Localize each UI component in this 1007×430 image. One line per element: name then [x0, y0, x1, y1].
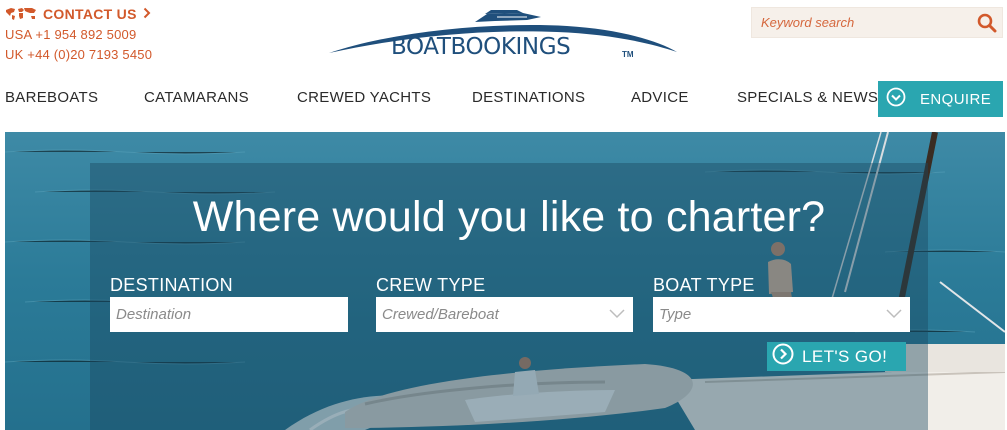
destination-input[interactable]: [116, 297, 348, 332]
keyword-search: [751, 7, 1003, 38]
check-circle-icon: [886, 87, 906, 111]
hero-headline: Where would you like to charter?: [192, 193, 826, 241]
destination-label: DESTINATION: [110, 275, 233, 295]
boat-type-label: BOAT TYPE: [653, 275, 755, 295]
logo-trademark: TM: [622, 50, 634, 59]
nav-item-catamarans[interactable]: CATAMARANS: [144, 89, 249, 106]
enquire-button[interactable]: ENQUIRE: [878, 81, 1003, 117]
contact-us-label: CONTACT US: [43, 6, 137, 22]
search-icon[interactable]: [972, 8, 1002, 37]
charter-search-panel: Where would you like to charter? DESTINA…: [90, 163, 928, 430]
chevron-down-icon: [886, 306, 902, 323]
hero-banner: Where would you like to charter? DESTINA…: [5, 132, 1005, 430]
main-nav: BAREBOATS CATAMARANS CREWED YACHTS DESTI…: [0, 81, 1007, 117]
chevron-down-icon: [609, 306, 625, 323]
nav-item-specials-news[interactable]: SPECIALS & NEWS: [737, 89, 878, 106]
nav-item-bareboats[interactable]: BAREBOATS: [5, 89, 98, 106]
boatbookings-logo[interactable]: BOATBOOKINGS TM: [327, 8, 679, 66]
keyword-search-input[interactable]: [752, 8, 972, 37]
lets-go-button[interactable]: LET'S GO!: [767, 342, 906, 371]
crew-type-label: CREW TYPE: [376, 275, 486, 295]
chevron-right-icon: [143, 6, 151, 22]
destination-field: [110, 297, 348, 332]
boat-type-value: Type: [659, 306, 692, 323]
boat-type-select[interactable]: Type: [653, 297, 910, 332]
enquire-label: ENQUIRE: [920, 90, 992, 108]
contact-block: CONTACT US USA +1 954 892 5009 UK +44 (0…: [5, 6, 152, 65]
nav-item-destinations[interactable]: DESTINATIONS: [472, 89, 585, 106]
crew-type-select[interactable]: Crewed/Bareboat: [376, 297, 633, 332]
world-map-icon: [5, 7, 37, 21]
contact-us-link[interactable]: CONTACT US: [5, 6, 152, 22]
nav-item-advice[interactable]: ADVICE: [631, 89, 689, 106]
uk-phone[interactable]: UK +44 (0)20 7193 5450: [5, 45, 152, 65]
nav-item-crewed-yachts[interactable]: CREWED YACHTS: [297, 89, 431, 106]
crew-type-value: Crewed/Bareboat: [382, 306, 499, 323]
usa-phone[interactable]: USA +1 954 892 5009: [5, 25, 152, 45]
logo-wordmark: BOATBOOKINGS: [391, 34, 571, 60]
arrow-circle-right-icon: [772, 343, 794, 370]
lets-go-label: LET'S GO!: [802, 346, 888, 366]
